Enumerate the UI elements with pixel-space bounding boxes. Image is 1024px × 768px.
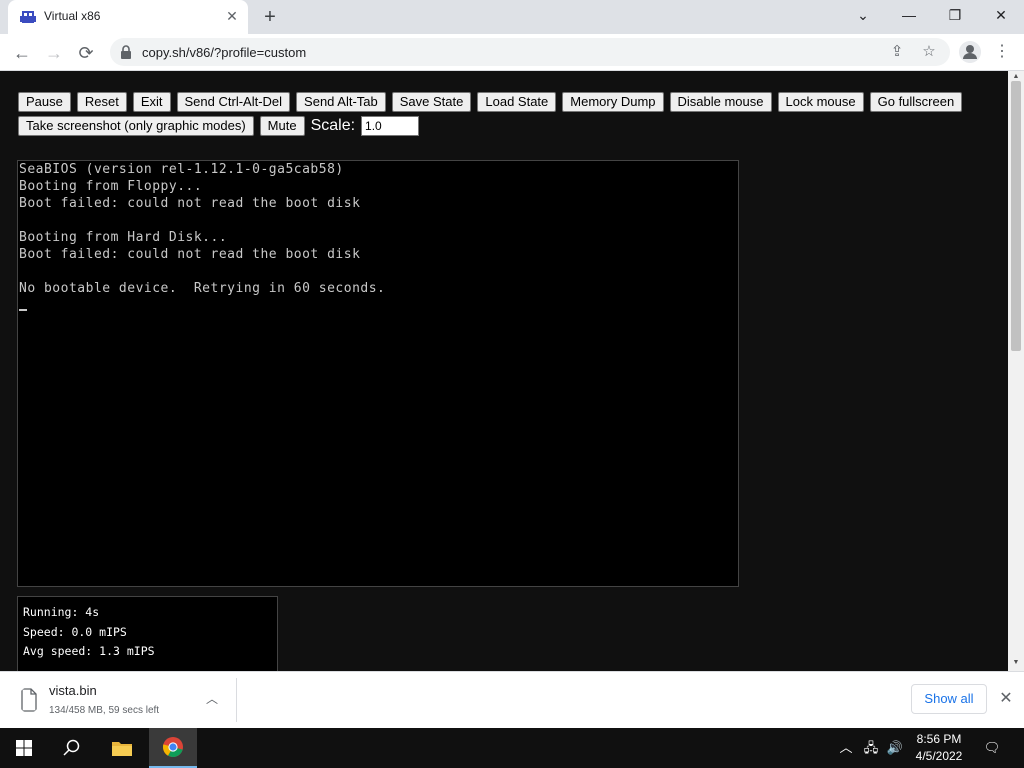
- lock-mouse-button[interactable]: Lock mouse: [777, 92, 864, 112]
- screen-text-line: Booting from Floppy...: [19, 179, 203, 194]
- notifications-icon[interactable]: 🗨: [982, 738, 1002, 758]
- reload-button[interactable]: ⟳: [73, 40, 99, 66]
- new-tab-button[interactable]: +: [259, 6, 281, 28]
- scale-input[interactable]: 1.0: [361, 116, 420, 136]
- screen-text-line: No bootable device. Retrying in 60 secon…: [19, 281, 386, 296]
- clock[interactable]: 8:56 PM 4/5/2022: [906, 731, 972, 765]
- show-all-button[interactable]: Show all: [911, 684, 987, 714]
- chrome-taskbar-button[interactable]: [149, 728, 197, 768]
- send-alt-tab-button[interactable]: Send Alt-Tab: [296, 92, 386, 112]
- emulator-screen[interactable]: SeaBIOS (version rel-1.12.1-0-ga5cab58) B…: [17, 160, 739, 587]
- folder-icon: [112, 742, 132, 756]
- share-icon[interactable]: ⇪: [888, 43, 906, 61]
- scroll-thumb[interactable]: [1011, 81, 1021, 351]
- minimize-button[interactable]: —: [886, 0, 932, 30]
- pause-button[interactable]: Pause: [18, 92, 71, 112]
- avg-speed-readout: Avg speed: 1.3 mIPS: [23, 644, 155, 658]
- reset-button[interactable]: Reset: [76, 92, 127, 112]
- taskbar: ︿ 🖧 🔊 8:56 PM 4/5/2022 🗨: [0, 728, 1024, 768]
- send-ctrl-alt-del-button[interactable]: Send Ctrl-Alt-Del: [176, 92, 291, 112]
- search-icon: [63, 739, 80, 756]
- take-screenshot-button[interactable]: Take screenshot (only graphic modes): [18, 116, 254, 136]
- file-icon: [21, 688, 37, 712]
- clock-date: 4/5/2022: [915, 749, 963, 763]
- close-window-button[interactable]: ✕: [978, 0, 1024, 30]
- chrome-icon: [162, 737, 183, 758]
- forward-button[interactable]: →: [41, 40, 67, 66]
- screen-text-line: Boot failed: could not read the boot dis…: [19, 196, 361, 211]
- disable-mouse-button[interactable]: Disable mouse: [669, 92, 772, 112]
- lock-icon: [121, 45, 131, 59]
- address-bar[interactable]: copy.sh/v86/?profile=custom ⇪ ☆: [110, 38, 950, 66]
- chrome-menu-icon[interactable]: ⋮: [992, 40, 1012, 64]
- screen-text-line: Booting from Hard Disk...: [19, 230, 228, 245]
- browser-toolbar: ← → ⟳ copy.sh/v86/?profile=custom ⇪ ☆: [0, 34, 1024, 71]
- bookmark-star-icon[interactable]: ☆: [920, 43, 938, 61]
- download-status: 134/458 MB, 59 secs left: [49, 705, 160, 716]
- running-time: Running: 4s: [23, 605, 100, 619]
- exit-button[interactable]: Exit: [132, 92, 171, 112]
- clock-time: 8:56 PM: [916, 732, 962, 746]
- page-content: Pause Reset Exit Send Ctrl-Alt-Del Send Alt-…: [0, 71, 1008, 671]
- file-explorer-button[interactable]: [98, 728, 146, 768]
- control-buttons-row: Pause Reset Exit Send Ctrl-Alt-Del Send Alt-…: [18, 92, 963, 112]
- speed-readout: Speed: 0.0 mIPS: [23, 624, 127, 639]
- mute-button[interactable]: Mute: [259, 116, 305, 136]
- windows-logo-icon: [16, 740, 32, 756]
- save-state-button[interactable]: Save State: [391, 92, 472, 112]
- tab-close-icon[interactable]: ✕: [224, 8, 240, 24]
- profile-avatar-icon[interactable]: [959, 41, 981, 63]
- back-button[interactable]: ←: [9, 40, 35, 66]
- download-file-name[interactable]: vista.bin: [49, 683, 97, 698]
- screen-text-line: Boot failed: could not read the boot dis…: [19, 247, 361, 262]
- scale-label: Scale:: [310, 117, 356, 134]
- tab-virtual-x86[interactable]: Virtual x86 ✕: [8, 0, 248, 34]
- network-icon[interactable]: 🖧: [861, 738, 881, 758]
- stats-panel: Running: 4s Speed: 0.0 mIPS Avg speed: 1…: [17, 596, 278, 671]
- go-fullscreen-button[interactable]: Go fullscreen: [869, 92, 963, 112]
- memory-dump-button[interactable]: Memory Dump: [562, 92, 664, 112]
- page-scrollbar[interactable]: ▲ ▼: [1008, 71, 1024, 671]
- download-shelf: vista.bin 134/458 MB, 59 secs left ︿ Sho…: [0, 671, 1024, 728]
- start-button[interactable]: [0, 728, 48, 768]
- tab-strip: Virtual x86 ✕ + ⌄ — ❐ ✕: [0, 0, 1024, 34]
- control-buttons-row-2: Take screenshot (only graphic modes) Mut…: [18, 116, 420, 136]
- url-text[interactable]: copy.sh/v86/?profile=custom: [142, 45, 306, 60]
- v86-logo-icon: [20, 11, 36, 23]
- text-cursor: [19, 309, 27, 311]
- divider: [236, 678, 237, 722]
- screen-text-line: SeaBIOS (version rel-1.12.1-0-ga5cab58): [19, 162, 344, 177]
- search-button[interactable]: [48, 728, 96, 768]
- close-download-bar-icon[interactable]: ✕: [996, 689, 1016, 709]
- load-state-button[interactable]: Load State: [477, 92, 557, 112]
- chevron-up-icon[interactable]: ︿: [204, 691, 220, 707]
- tab-title: Virtual x86: [44, 9, 101, 23]
- volume-icon[interactable]: 🔊: [885, 738, 905, 758]
- restore-button[interactable]: ❐: [932, 0, 978, 30]
- tab-search-icon[interactable]: ⌄: [840, 0, 886, 30]
- scroll-up-arrow-icon[interactable]: ▲: [1012, 73, 1020, 81]
- scroll-down-arrow-icon[interactable]: ▼: [1012, 659, 1020, 667]
- show-hidden-icons-chevron-icon[interactable]: ︿: [836, 738, 856, 758]
